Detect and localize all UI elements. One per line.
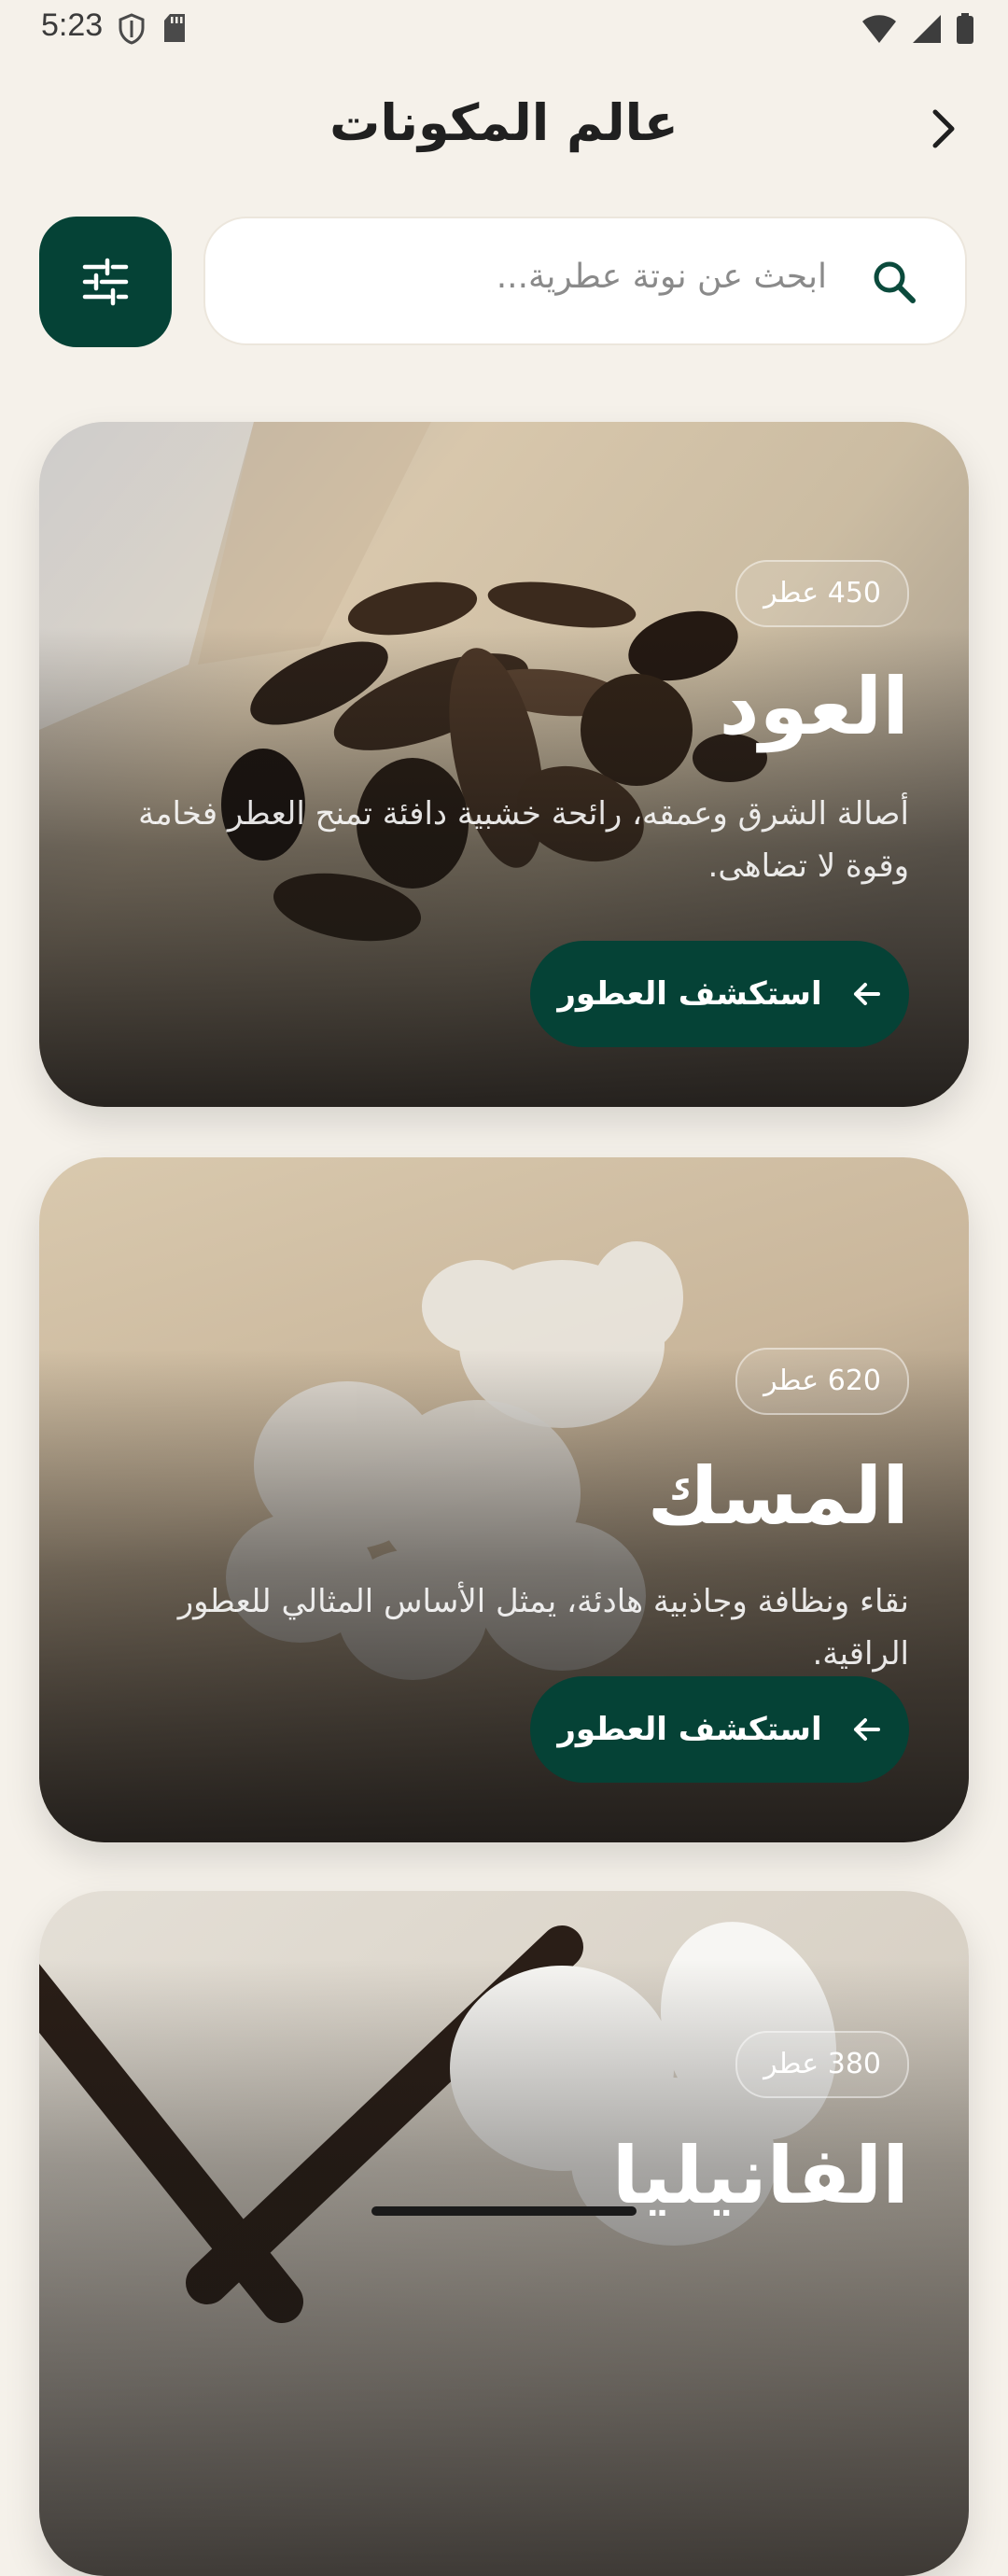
arrow-left-icon [853,1718,880,1741]
perfume-count-badge: 450 عطر [735,560,909,627]
home-indicator[interactable] [371,2206,637,2216]
ingredient-card-oud[interactable]: 450 عطر العود أصالة الشرق وعمقه، رائحة خ… [39,422,969,1107]
explore-button-label: استكشف العطور [557,975,822,1013]
card-title: العود [719,661,909,752]
search-placeholder: ابحث عن نوتة عطرية... [496,258,827,296]
sliders-icon [82,258,129,306]
ingredient-card-musk[interactable]: 620 عطر المسك نقاء ونظافة وجاذبية هادئة،… [39,1157,969,1842]
search-input[interactable]: ابحث عن نوتة عطرية... [203,217,967,345]
sd-card-icon [164,14,185,42]
explore-perfumes-button[interactable]: استكشف العطور [530,941,909,1047]
page-title: عالم المكونات [329,93,679,152]
explore-button-label: استكشف العطور [557,1711,822,1748]
search-icon [874,261,916,303]
status-bar: 5:23 [0,0,1008,60]
shield-icon [119,13,145,45]
perfume-count-badge: 380 عطر [735,2031,909,2098]
status-time: 5:23 [41,7,104,43]
wifi-icon [862,15,896,43]
filter-button[interactable] [39,217,172,347]
perfume-count-badge: 620 عطر [735,1348,909,1415]
header: عالم المكونات [0,90,1008,164]
chevron-right-icon [932,109,955,148]
card-title: الفانيليا [611,2130,909,2221]
signal-icon [913,15,941,43]
card-title: المسك [647,1450,909,1542]
explore-perfumes-button[interactable]: استكشف العطور [530,1676,909,1783]
back-button[interactable] [915,99,974,159]
card-description: نقاء ونظافة وجاذبية هادئة، يمثل الأساس ا… [177,1583,909,1673]
ingredient-card-vanilla[interactable]: 380 عطر الفانيليا [39,1891,969,2576]
battery-icon [957,13,973,44]
card-description: أصالة الشرق وعمقه، رائحة خشبية دافئة تمن… [138,795,909,885]
arrow-left-icon [853,983,880,1005]
